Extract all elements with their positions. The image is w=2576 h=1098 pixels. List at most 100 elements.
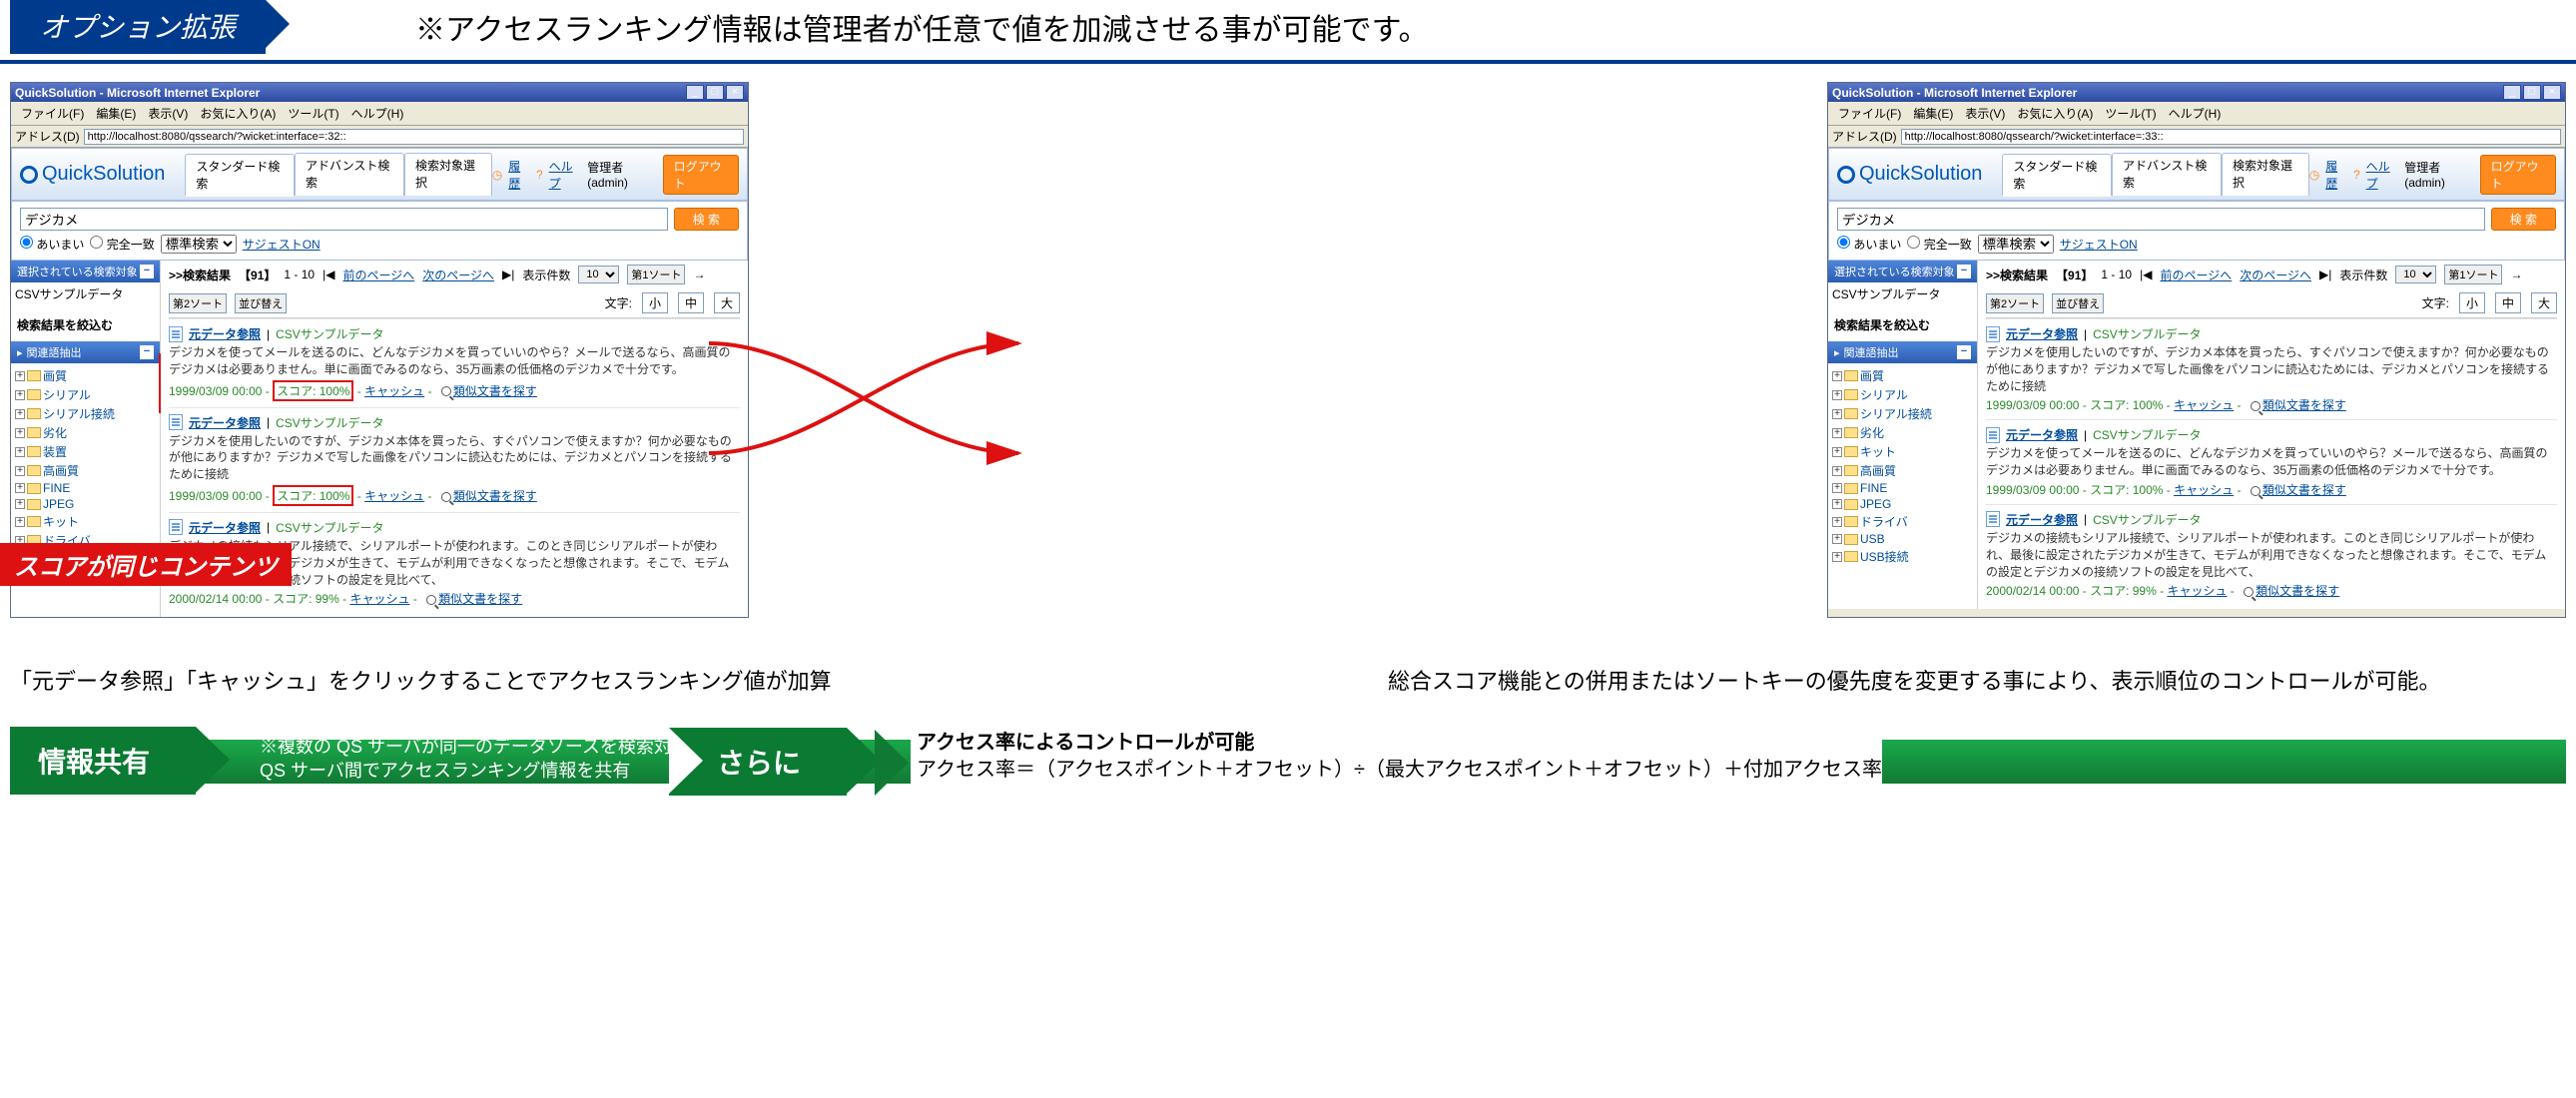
history-link[interactable]: 履歴 — [508, 158, 530, 192]
first-page-icon[interactable]: |◀ — [2140, 268, 2152, 281]
first-page-icon[interactable]: |◀ — [322, 268, 334, 281]
expand-icon[interactable]: + — [1832, 371, 1842, 381]
result-title-link[interactable]: 元データ参照 — [2006, 426, 2078, 443]
result-title-link[interactable]: 元データ参照 — [189, 325, 261, 342]
fontsize-small[interactable]: 小 — [2459, 292, 2485, 313]
search-kind-select[interactable]: 標準検索 — [1978, 235, 2054, 254]
tree-item[interactable]: +シリアル — [1832, 385, 1973, 404]
next-page-link[interactable]: 次のページへ — [2240, 267, 2311, 283]
expand-icon[interactable]: + — [1832, 483, 1842, 493]
fontsize-medium[interactable]: 中 — [2495, 292, 2521, 313]
tree-item[interactable]: +シリアル接続 — [15, 404, 156, 423]
cache-link[interactable]: キャッシュ — [2174, 483, 2234, 497]
search-button[interactable]: 検 索 — [674, 208, 739, 231]
prev-page-link[interactable]: 前のページへ — [342, 267, 414, 283]
tree-item[interactable]: +キット — [15, 512, 156, 531]
tree-item[interactable]: +ドライバ — [1832, 512, 1973, 531]
menu-help[interactable]: ヘルプ(H) — [347, 104, 408, 123]
tab-target-select[interactable]: 検索対象選択 — [404, 153, 492, 196]
tree-item[interactable]: +FINE — [1832, 480, 1973, 496]
show-count-select[interactable]: 10 — [578, 266, 619, 283]
expand-icon[interactable]: + — [1832, 409, 1842, 419]
help-link[interactable]: ヘルプ — [2366, 158, 2399, 192]
similar-docs-link[interactable]: 類似文書を探す — [2262, 398, 2346, 412]
menu-tools[interactable]: ツール(T) — [284, 104, 342, 123]
sort2-button[interactable]: 第2ソート — [1986, 293, 2044, 313]
collapse-icon[interactable]: − — [140, 265, 154, 278]
tree-item[interactable]: +画質 — [1832, 366, 1973, 385]
expand-icon[interactable]: + — [15, 390, 25, 400]
expand-icon[interactable]: + — [15, 409, 25, 419]
expand-icon[interactable]: + — [1832, 447, 1842, 457]
similar-docs-link[interactable]: 類似文書を探す — [453, 384, 537, 398]
search-kind-select[interactable]: 標準検索 — [161, 235, 237, 254]
collapse-icon[interactable]: − — [1957, 345, 1971, 359]
result-title-link[interactable]: 元データ参照 — [2006, 511, 2078, 528]
maximize-button[interactable]: □ — [2523, 85, 2541, 100]
fontsize-large[interactable]: 大 — [2531, 292, 2557, 313]
menu-favorites[interactable]: お気に入り(A) — [196, 104, 280, 123]
minimize-button[interactable]: _ — [686, 85, 704, 100]
collapse-icon[interactable]: − — [1957, 265, 1971, 278]
expand-icon[interactable]: + — [15, 483, 25, 493]
logout-button[interactable]: ログアウト — [663, 155, 739, 195]
cache-link[interactable]: キャッシュ — [364, 489, 424, 503]
last-page-icon[interactable]: ▶| — [502, 268, 514, 281]
tree-item[interactable]: +FINE — [15, 480, 156, 496]
radio-kanzen[interactable]: 完全一致 — [90, 236, 154, 253]
logout-button[interactable]: ログアウト — [2480, 155, 2556, 195]
prev-page-link[interactable]: 前のページへ — [2160, 267, 2232, 283]
expand-icon[interactable]: + — [1832, 552, 1842, 562]
sort1-button[interactable]: 第1ソート — [627, 265, 685, 284]
cache-link[interactable]: キャッシュ — [364, 384, 424, 398]
tree-item[interactable]: +USB — [1832, 531, 1973, 547]
last-page-icon[interactable]: ▶| — [2319, 268, 2331, 281]
search-query-input[interactable] — [1837, 208, 2485, 231]
expand-icon[interactable]: + — [1832, 517, 1842, 527]
menu-edit[interactable]: 編集(E) — [92, 104, 140, 123]
tree-item[interactable]: +装置 — [15, 442, 156, 461]
close-button[interactable]: × — [726, 85, 744, 100]
expand-icon[interactable]: + — [15, 517, 25, 527]
expand-icon[interactable]: + — [1832, 466, 1842, 476]
radio-aimai[interactable]: あいまい — [20, 236, 84, 253]
menu-file[interactable]: ファイル(F) — [1834, 104, 1905, 123]
radio-kanzen[interactable]: 完全一致 — [1907, 236, 1971, 253]
expand-icon[interactable]: + — [1832, 534, 1842, 544]
expand-icon[interactable]: + — [15, 428, 25, 438]
expand-icon[interactable]: + — [15, 371, 25, 381]
similar-docs-link[interactable]: 類似文書を探す — [453, 489, 537, 503]
search-query-input[interactable] — [20, 208, 668, 231]
menu-favorites[interactable]: お気に入り(A) — [2013, 104, 2097, 123]
tab-advanced-search[interactable]: アドバンスト検索 — [295, 153, 404, 196]
reorder-button[interactable]: 並び替え — [2052, 293, 2104, 313]
next-page-link[interactable]: 次のページへ — [422, 267, 494, 283]
suggest-toggle[interactable]: サジェストON — [2060, 236, 2138, 253]
address-input[interactable] — [1901, 129, 2561, 145]
tree-item[interactable]: +シリアル接続 — [1832, 404, 1973, 423]
expand-icon[interactable]: + — [1832, 428, 1842, 438]
close-button[interactable]: × — [2543, 85, 2561, 100]
fontsize-small[interactable]: 小 — [642, 292, 668, 313]
search-button[interactable]: 検 索 — [2491, 208, 2556, 231]
history-link[interactable]: 履歴 — [2325, 158, 2347, 192]
tab-standard-search[interactable]: スタンダード検索 — [185, 154, 295, 197]
result-title-link[interactable]: 元データ参照 — [2006, 325, 2078, 342]
expand-icon[interactable]: + — [15, 466, 25, 476]
maximize-button[interactable]: □ — [706, 85, 724, 100]
expand-icon[interactable]: + — [15, 499, 25, 509]
menu-edit[interactable]: 編集(E) — [1909, 104, 1957, 123]
menu-file[interactable]: ファイル(F) — [17, 104, 88, 123]
fontsize-large[interactable]: 大 — [714, 292, 740, 313]
help-link[interactable]: ヘルプ — [549, 158, 582, 192]
sort1-button[interactable]: 第1ソート — [2444, 265, 2502, 284]
result-title-link[interactable]: 元データ参照 — [189, 519, 261, 536]
expand-icon[interactable]: + — [15, 447, 25, 457]
radio-aimai[interactable]: あいまい — [1837, 236, 1901, 253]
menu-view[interactable]: 表示(V) — [144, 104, 192, 123]
suggest-toggle[interactable]: サジェストON — [243, 236, 321, 253]
result-title-link[interactable]: 元データ参照 — [189, 414, 261, 431]
tab-standard-search[interactable]: スタンダード検索 — [2002, 154, 2112, 197]
tree-item[interactable]: +JPEG — [15, 496, 156, 512]
tab-target-select[interactable]: 検索対象選択 — [2222, 153, 2309, 196]
